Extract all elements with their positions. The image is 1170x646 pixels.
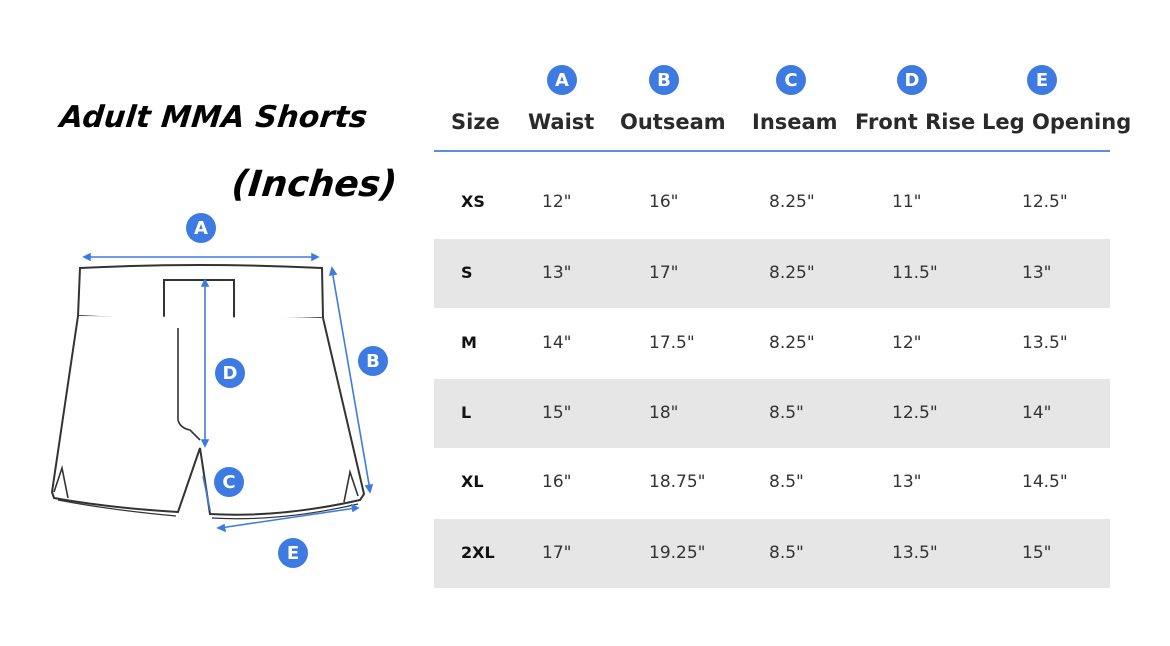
cell-waist: 14" (542, 333, 572, 353)
cell-waist: 13" (542, 263, 572, 283)
shorts-outline-icon (50, 252, 374, 533)
cell-inseam: 8.25" (769, 263, 815, 283)
diagram-badge-b: B (358, 346, 388, 376)
cell-size: 2XL (461, 543, 495, 562)
table-row: XS 12" 16" 8.25" 11" 12.5" (434, 168, 1110, 237)
cell-leg-opening: 12.5" (1022, 192, 1068, 212)
cell-front-rise: 11" (892, 192, 922, 212)
header-waist: Waist (528, 110, 595, 134)
cell-inseam: 8.25" (769, 333, 815, 353)
cell-front-rise: 13" (892, 472, 922, 492)
cell-size: L (461, 403, 472, 422)
diagram-badge-c: C (214, 467, 244, 497)
column-badges: A B C D E (434, 65, 1110, 99)
header-inseam: Inseam (752, 110, 838, 134)
table-header: Size Waist Outseam Inseam Front Rise Leg… (434, 110, 1131, 146)
cell-leg-opening: 14.5" (1022, 472, 1068, 492)
cell-waist: 15" (542, 403, 572, 423)
cell-front-rise: 12" (892, 333, 922, 353)
page-title: Adult MMA Shorts (58, 100, 370, 135)
cell-inseam: 8.5" (769, 472, 804, 492)
page-subtitle: (Inches) (229, 164, 399, 205)
column-badge-b: B (649, 65, 679, 95)
cell-outseam: 16" (649, 192, 679, 212)
column-badge-e: E (1027, 65, 1057, 95)
cell-size: S (461, 263, 473, 282)
cell-waist: 17" (542, 543, 572, 563)
table-row: XL 16" 18.75" 8.5" 13" 14.5" (434, 448, 1110, 517)
diagram-badge-a: A (186, 213, 216, 243)
cell-front-rise: 13.5" (892, 543, 938, 563)
header-leg-opening: Leg Opening (982, 110, 1132, 134)
cell-front-rise: 12.5" (892, 403, 938, 423)
cell-outseam: 18" (649, 403, 679, 423)
table-row: L 15" 18" 8.5" 12.5" 14" (434, 379, 1110, 448)
cell-outseam: 17" (649, 263, 679, 283)
cell-leg-opening: 15" (1022, 543, 1052, 563)
table-row: 2XL 17" 19.25" 8.5" 13.5" 15" (434, 519, 1110, 588)
header-divider (434, 150, 1110, 152)
cell-size: M (461, 333, 477, 352)
cell-inseam: 8.5" (769, 543, 804, 563)
cell-inseam: 8.5" (769, 403, 804, 423)
cell-front-rise: 11.5" (892, 263, 938, 283)
cell-outseam: 18.75" (649, 472, 706, 492)
header-size: Size (451, 110, 500, 134)
table-row: M 14" 17.5" 8.25" 12" 13.5" (434, 309, 1110, 378)
cell-waist: 12" (542, 192, 572, 212)
header-outseam: Outseam (620, 110, 726, 134)
header-front-rise: Front Rise (855, 110, 976, 134)
cell-size: XL (461, 472, 484, 491)
cell-waist: 16" (542, 472, 572, 492)
diagram-badge-d: D (215, 358, 245, 388)
table-row: S 13" 17" 8.25" 11.5" 13" (434, 239, 1110, 308)
column-badge-d: D (897, 65, 927, 95)
cell-leg-opening: 13" (1022, 263, 1052, 283)
cell-inseam: 8.25" (769, 192, 815, 212)
cell-outseam: 17.5" (649, 333, 695, 353)
cell-outseam: 19.25" (649, 543, 706, 563)
shorts-diagram: A B D C E (40, 200, 420, 600)
column-badge-c: C (776, 65, 806, 95)
cell-leg-opening: 13.5" (1022, 333, 1068, 353)
diagram-badge-e: E (278, 538, 308, 568)
column-badge-a: A (547, 65, 577, 95)
cell-leg-opening: 14" (1022, 403, 1052, 423)
cell-size: XS (461, 192, 485, 211)
